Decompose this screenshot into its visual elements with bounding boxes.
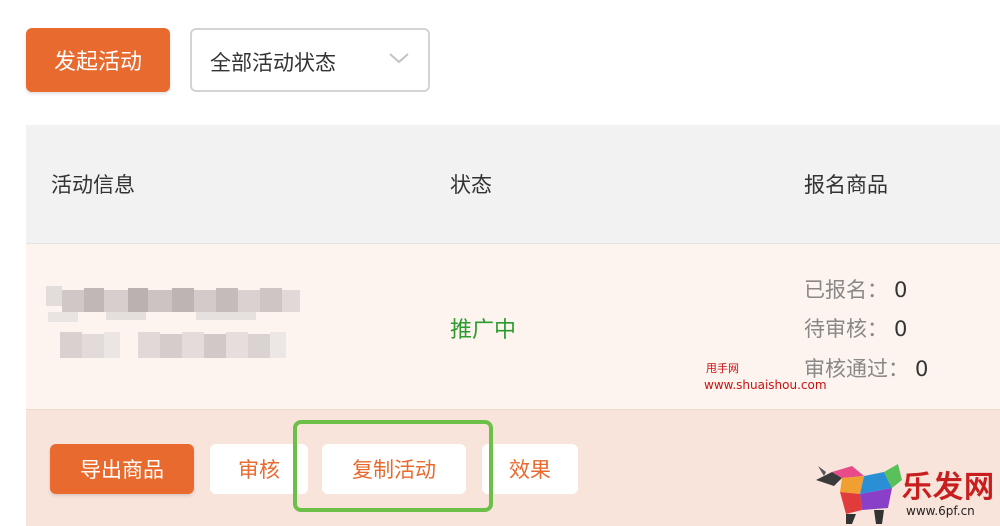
logo-text: 乐发网 <box>902 470 995 505</box>
table-row: 推广中 已报名： 0 待审核： 0 审核通过： 0 <box>26 244 1000 410</box>
activity-status-select-value: 全部活动状态 <box>210 51 336 75</box>
copy-activity-highlight <box>293 420 493 512</box>
activity-status: 推广中 <box>450 318 517 343</box>
stat-pending-review-value: 0 <box>894 317 908 341</box>
logo-url: www.6pf.cn <box>906 504 975 518</box>
effect-button[interactable]: 效果 <box>482 444 578 494</box>
stat-pending-review-label: 待审核： <box>804 317 888 341</box>
toolbar: 发起活动 全部活动状态 <box>0 0 1000 110</box>
blurred-activity-info <box>46 286 300 358</box>
export-goods-button[interactable]: 导出商品 <box>50 444 194 494</box>
stat-approved-value: 0 <box>915 357 929 381</box>
watermark-site-url: www.shuaishou.com <box>704 378 827 392</box>
chevron-down-icon <box>389 53 409 64</box>
column-header-status: 状态 <box>450 173 492 197</box>
table-header: 活动信息 状态 报名商品 <box>26 125 1000 244</box>
column-header-activity-info: 活动信息 <box>51 173 135 197</box>
stat-registered: 已报名： 0 <box>804 274 907 304</box>
stat-registered-label: 已报名： <box>804 278 888 302</box>
stat-registered-value: 0 <box>894 278 908 302</box>
watermark-site-name: 甩手网 <box>706 362 739 375</box>
stat-pending-review: 待审核： 0 <box>804 313 907 343</box>
launch-activity-button[interactable]: 发起活动 <box>26 28 170 92</box>
column-header-registered-goods: 报名商品 <box>804 173 888 197</box>
